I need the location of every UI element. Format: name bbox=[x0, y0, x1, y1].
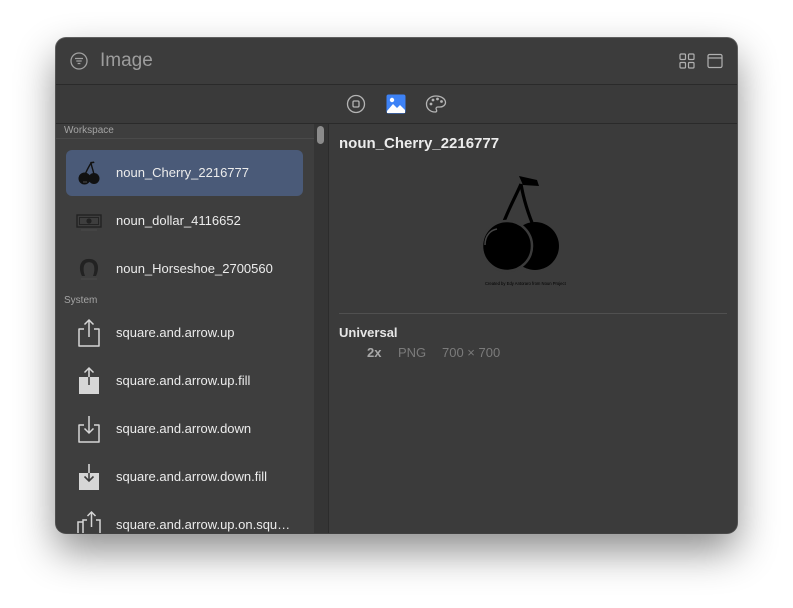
sidebar-item-label: noun_Horseshoe_2700560 bbox=[116, 261, 273, 276]
grid-view-icon[interactable] bbox=[679, 53, 695, 69]
image-tab-icon[interactable] bbox=[386, 94, 406, 114]
sidebar: Workspace noun_Cherry_2216777 noun_dolla… bbox=[56, 124, 315, 533]
color-palette-icon[interactable] bbox=[425, 94, 447, 114]
sidebar-item-horseshoe[interactable]: noun_Horseshoe_2700560 bbox=[66, 246, 303, 292]
scrollbar-thumb[interactable] bbox=[317, 126, 324, 144]
sidebar-item-square-and-arrow-up[interactable]: square.and.arrow.up bbox=[66, 310, 303, 356]
sidebar-item-label: square.and.arrow.up bbox=[116, 325, 235, 340]
detail-title: noun_Cherry_2216777 bbox=[339, 135, 500, 152]
cherry-icon bbox=[78, 161, 100, 185]
section-divider bbox=[56, 138, 314, 139]
filter-icon[interactable] bbox=[70, 52, 88, 70]
share-up-fill-icon bbox=[79, 366, 99, 394]
share-up-icon bbox=[78, 318, 100, 347]
sidebar-item-square-and-arrow-up-on-square[interactable]: square.and.arrow.up.on.squ… bbox=[66, 502, 303, 533]
workspace-section-label: Workspace bbox=[64, 125, 114, 136]
universal-section-title: Universal bbox=[339, 325, 398, 340]
sidebar-item-square-and-arrow-down[interactable]: square.and.arrow.down bbox=[66, 406, 303, 452]
sidebar-item-square-and-arrow-up-fill[interactable]: square.and.arrow.up.fill bbox=[66, 358, 303, 404]
variant-format: PNG bbox=[398, 345, 427, 360]
tab-toolbar bbox=[56, 85, 737, 124]
detail-divider bbox=[339, 313, 727, 314]
share-down-fill-icon bbox=[79, 464, 99, 490]
symbol-tab-icon[interactable] bbox=[346, 94, 366, 114]
share-down-icon bbox=[78, 416, 100, 443]
sidebar-item-label: noun_dollar_4116652 bbox=[116, 213, 241, 228]
preview-caption: Created by Edy Antoraro from Noun Projec… bbox=[485, 281, 567, 286]
sidebar-item-square-and-arrow-down-fill[interactable]: square.and.arrow.down.fill bbox=[66, 454, 303, 500]
variant-dimensions: 700 × 700 bbox=[442, 345, 501, 360]
sidebar-item-label: noun_Cherry_2216777 bbox=[116, 165, 249, 180]
sidebar-item-label: square.and.arrow.up.on.squ… bbox=[116, 517, 291, 532]
detail-pane: noun_Cherry_2216777 Created by Edy Antor… bbox=[329, 124, 737, 533]
system-section-label: System bbox=[64, 295, 98, 306]
dollar-icon bbox=[76, 214, 102, 231]
app-window: Image Workspace noun_Cherry_2216777 noun… bbox=[56, 38, 737, 533]
sidebar-scrollbar[interactable] bbox=[314, 124, 329, 533]
share-up-on-square-icon bbox=[77, 510, 101, 533]
window-title: Image bbox=[100, 50, 153, 71]
sidebar-item-dollar[interactable]: noun_dollar_4116652 bbox=[66, 198, 303, 244]
window-panel-icon[interactable] bbox=[707, 53, 723, 69]
title-bar: Image bbox=[56, 38, 737, 85]
horseshoe-icon bbox=[79, 258, 99, 280]
variant-scale: 2x bbox=[367, 345, 382, 360]
sidebar-item-label: square.and.arrow.down bbox=[116, 421, 252, 436]
cherry-preview-image: Created by Edy Antoraro from Noun Projec… bbox=[480, 176, 567, 286]
sidebar-item-cherry[interactable]: noun_Cherry_2216777 bbox=[66, 150, 303, 196]
sidebar-item-label: square.and.arrow.up.fill bbox=[116, 373, 251, 388]
sidebar-item-label: square.and.arrow.down.fill bbox=[116, 469, 268, 484]
